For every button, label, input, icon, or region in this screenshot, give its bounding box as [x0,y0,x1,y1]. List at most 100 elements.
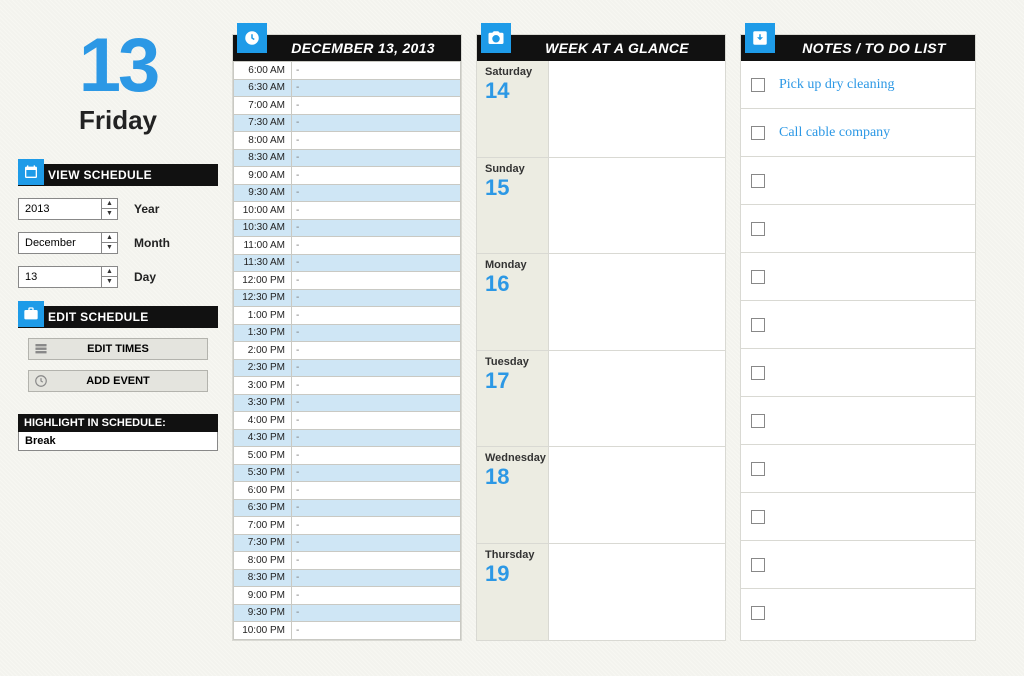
time-slot[interactable]: - [292,622,461,640]
time-slot[interactable]: - [292,447,461,465]
time-slot[interactable]: - [292,377,461,395]
note-checkbox[interactable] [751,462,765,476]
time-row[interactable]: 11:00 AM- [234,237,461,255]
time-slot[interactable]: - [292,219,461,237]
note-row[interactable] [741,493,975,541]
time-row[interactable]: 4:00 PM- [234,412,461,430]
time-slot[interactable]: - [292,394,461,412]
week-day[interactable]: Tuesday17 [477,351,725,448]
note-row[interactable] [741,397,975,445]
note-row[interactable] [741,445,975,493]
time-row[interactable]: 5:00 PM- [234,447,461,465]
week-day[interactable]: Thursday19 [477,544,725,641]
time-slot[interactable]: - [292,552,461,570]
note-row[interactable] [741,253,975,301]
time-row[interactable]: 6:00 AM- [234,62,461,80]
time-slot[interactable]: - [292,167,461,185]
add-event-button[interactable]: ADD EVENT [28,370,208,392]
time-row[interactable]: 10:30 AM- [234,219,461,237]
time-row[interactable]: 8:30 AM- [234,149,461,167]
time-row[interactable]: 3:00 PM- [234,377,461,395]
time-slot[interactable]: - [292,184,461,202]
note-checkbox[interactable] [751,510,765,524]
note-row[interactable]: Pick up dry cleaning [741,61,975,109]
time-row[interactable]: 6:30 AM- [234,79,461,97]
time-slot[interactable]: - [292,324,461,342]
time-row[interactable]: 7:00 PM- [234,517,461,535]
time-slot[interactable]: - [292,254,461,272]
week-day[interactable]: Monday16 [477,254,725,351]
time-slot[interactable]: - [292,307,461,325]
time-row[interactable]: 3:30 PM- [234,394,461,412]
day-spinner[interactable]: 13 ▲▼ [18,266,118,288]
time-slot[interactable]: - [292,149,461,167]
note-checkbox[interactable] [751,126,765,140]
note-checkbox[interactable] [751,366,765,380]
note-row[interactable] [741,205,975,253]
time-slot[interactable]: - [292,272,461,290]
time-row[interactable]: 9:00 PM- [234,587,461,605]
month-spinner[interactable]: December ▲▼ [18,232,118,254]
time-row[interactable]: 11:30 AM- [234,254,461,272]
time-slot[interactable]: - [292,464,461,482]
highlight-item[interactable]: Break [18,432,218,451]
time-slot[interactable]: - [292,132,461,150]
note-checkbox[interactable] [751,318,765,332]
time-row[interactable]: 6:30 PM- [234,499,461,517]
note-checkbox[interactable] [751,78,765,92]
time-slot[interactable]: - [292,517,461,535]
note-row[interactable] [741,589,975,637]
time-row[interactable]: 12:00 PM- [234,272,461,290]
time-row[interactable]: 9:30 PM- [234,604,461,622]
time-row[interactable]: 9:00 AM- [234,167,461,185]
time-slot[interactable]: - [292,79,461,97]
time-row[interactable]: 10:00 PM- [234,622,461,640]
note-row[interactable]: Call cable company [741,109,975,157]
year-spinner[interactable]: 2013 ▲▼ [18,198,118,220]
time-slot[interactable]: - [292,97,461,115]
time-row[interactable]: 8:30 PM- [234,569,461,587]
time-slot[interactable]: - [292,429,461,447]
time-slot[interactable]: - [292,499,461,517]
time-slot[interactable]: - [292,289,461,307]
time-row[interactable]: 1:00 PM- [234,307,461,325]
time-slot[interactable]: - [292,412,461,430]
time-slot[interactable]: - [292,62,461,80]
note-checkbox[interactable] [751,222,765,236]
time-slot[interactable]: - [292,342,461,360]
week-day[interactable]: Saturday14 [477,61,725,158]
time-row[interactable]: 1:30 PM- [234,324,461,342]
note-checkbox[interactable] [751,270,765,284]
time-row[interactable]: 4:30 PM- [234,429,461,447]
time-slot[interactable]: - [292,569,461,587]
note-row[interactable] [741,301,975,349]
time-slot[interactable]: - [292,482,461,500]
note-checkbox[interactable] [751,606,765,620]
time-row[interactable]: 8:00 PM- [234,552,461,570]
note-checkbox[interactable] [751,558,765,572]
time-row[interactable]: 8:00 AM- [234,132,461,150]
time-slot[interactable]: - [292,587,461,605]
note-checkbox[interactable] [751,414,765,428]
time-row[interactable]: 7:30 AM- [234,114,461,132]
time-slot[interactable]: - [292,237,461,255]
edit-times-button[interactable]: EDIT TIMES [28,338,208,360]
time-row[interactable]: 10:00 AM- [234,202,461,220]
time-row[interactable]: 6:00 PM- [234,482,461,500]
time-row[interactable]: 9:30 AM- [234,184,461,202]
time-row[interactable]: 7:30 PM- [234,534,461,552]
time-slot[interactable]: - [292,359,461,377]
time-row[interactable]: 7:00 AM- [234,97,461,115]
time-slot[interactable]: - [292,202,461,220]
time-slot[interactable]: - [292,534,461,552]
week-day[interactable]: Wednesday18 [477,447,725,544]
time-row[interactable]: 12:30 PM- [234,289,461,307]
note-checkbox[interactable] [751,174,765,188]
time-row[interactable]: 2:00 PM- [234,342,461,360]
time-slot[interactable]: - [292,604,461,622]
note-row[interactable] [741,157,975,205]
time-slot[interactable]: - [292,114,461,132]
note-row[interactable] [741,349,975,397]
time-row[interactable]: 5:30 PM- [234,464,461,482]
time-row[interactable]: 2:30 PM- [234,359,461,377]
